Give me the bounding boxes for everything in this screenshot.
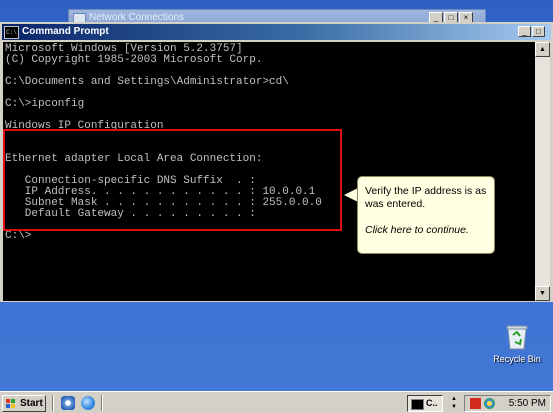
minimize-button[interactable]: _ — [518, 26, 531, 37]
chevron-up-icon[interactable]: ▲ — [449, 395, 459, 403]
maximize-button[interactable]: □ — [532, 26, 545, 37]
windows-flag-icon — [6, 399, 15, 408]
taskbar-separator — [52, 395, 54, 411]
recycle-bin-icon[interactable] — [504, 323, 530, 351]
window-title: Command Prompt — [22, 26, 109, 37]
taskbar: Start C.. ▲ ▼ 5:50 PM — [0, 391, 553, 413]
scroll-up-arrow-icon[interactable]: ▲ — [535, 42, 550, 57]
console-line: C:\Documents and Settings\Administrator>… — [5, 76, 289, 88]
command-prompt-window[interactable]: C:\ Command Prompt _ □ × Microsoft Windo… — [0, 22, 553, 302]
vertical-scrollbar[interactable]: ▲ ▼ — [535, 42, 550, 301]
scroll-down-arrow-icon[interactable]: ▼ — [535, 286, 550, 301]
start-label: Start — [20, 398, 43, 409]
callout-message: Verify the IP address is as was entered. — [365, 185, 487, 210]
taskbar-scroll-arrows[interactable]: ▲ ▼ — [449, 395, 459, 412]
console-line: (C) Copyright 1985-2003 Microsoft Corp. — [5, 54, 263, 66]
taskbar-separator — [101, 395, 103, 411]
internet-explorer-icon[interactable] — [81, 396, 95, 410]
security-alert-icon[interactable] — [470, 398, 481, 409]
ip-configuration-highlight — [3, 129, 342, 231]
clock: 5:50 PM — [508, 398, 546, 409]
command-prompt-icon — [411, 399, 424, 410]
chevron-down-icon[interactable]: ▼ — [449, 403, 459, 411]
recycle-bin[interactable]: Recycle Bin — [490, 323, 544, 364]
console-area[interactable]: Microsoft Windows [Version 5.2.3757] (C)… — [3, 42, 536, 301]
window-titlebar[interactable]: C:\ Command Prompt _ □ × — [2, 24, 551, 40]
continue-link[interactable]: Click here to continue. — [365, 224, 489, 237]
command-prompt-icon[interactable]: C:\ — [4, 26, 19, 39]
system-tray: 5:50 PM — [464, 395, 551, 412]
taskbar-item-label: C.. — [426, 398, 438, 408]
desktop: Network Connections _ □ × C:\ Command Pr… — [0, 0, 553, 391]
recycle-bin-label: Recycle Bin — [493, 354, 541, 364]
console-line: C:\> — [5, 230, 32, 242]
instruction-callout: Verify the IP address is as was entered.… — [357, 176, 495, 254]
callout-pointer — [344, 188, 358, 202]
start-button[interactable]: Start — [2, 395, 46, 412]
network-status-icon[interactable] — [484, 398, 495, 409]
console-line: C:\>ipconfig — [5, 98, 85, 110]
taskbar-item-command-prompt[interactable]: C.. — [407, 395, 443, 412]
show-desktop-icon[interactable] — [61, 396, 75, 410]
